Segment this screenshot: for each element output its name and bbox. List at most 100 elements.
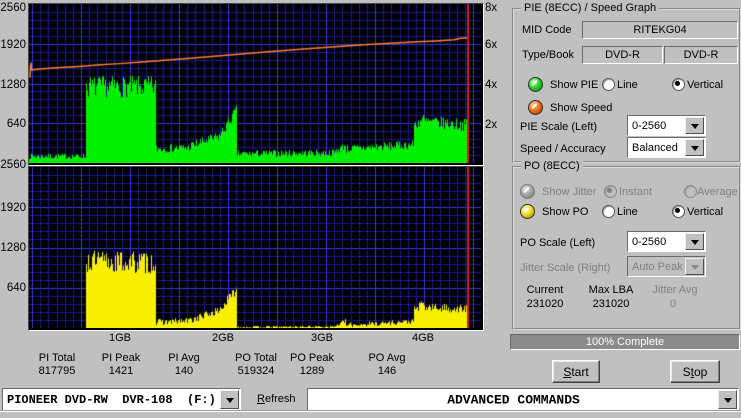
stat-value: 146 <box>377 365 397 377</box>
dropdown-arrow-icon[interactable] <box>685 139 704 156</box>
mid-code-field: RITEKG04 <box>582 21 738 39</box>
dropdown-arrow-icon[interactable] <box>685 233 704 250</box>
show-po-label: Show PO <box>542 206 589 218</box>
stat-label: PO Peak <box>289 352 335 364</box>
stat-label: PI Peak <box>101 352 141 364</box>
disc-type-field: DVD-R <box>582 46 663 64</box>
pie-vertical-label: Vertical <box>687 79 724 91</box>
pie-graph-canvas <box>29 4 481 163</box>
speed-accuracy-value: Balanced <box>632 141 678 154</box>
show-speed-led-button[interactable] <box>528 100 543 115</box>
show-pie-label: Show PIE <box>550 79 599 91</box>
speed-accuracy-label: Speed / Accuracy <box>520 143 606 155</box>
stat-value: 1289 <box>299 365 325 377</box>
speed-axis-tick: 2x <box>485 119 498 131</box>
stat-pi-peak: PI Peak 1421 <box>102 352 141 378</box>
stat-label: PO Avg <box>368 352 406 364</box>
jitter-scale-dropdown: Auto Peak <box>627 256 706 277</box>
po-scale-label: PO Scale (Left) <box>520 237 596 249</box>
dropdown-arrow-icon[interactable] <box>220 390 239 409</box>
scan-progress-bar: 100% Complete <box>510 334 740 350</box>
dropdown-arrow-icon[interactable] <box>718 390 737 409</box>
mid-code-label: MID Code <box>522 24 572 36</box>
pie-scale-dropdown[interactable]: 0-2560 <box>627 115 706 136</box>
po-vertical-label: Vertical <box>687 206 724 218</box>
jitter-scale-label: Jitter Scale (Right) <box>520 262 611 274</box>
stat-value: 519324 <box>237 365 275 377</box>
advanced-commands-value: ADVANCED COMMANDS <box>447 392 580 407</box>
po-line-label: Line <box>617 206 638 218</box>
jitter-instant-radio <box>604 185 617 198</box>
jitter-scale-value: Auto Peak <box>632 260 683 273</box>
po-scale-dropdown[interactable]: 0-2560 <box>627 231 706 252</box>
po-y-tick: 1280 <box>0 242 26 254</box>
stat-value: 140 <box>174 365 194 377</box>
po-graph <box>28 166 484 331</box>
po-line-radio[interactable] <box>602 205 615 218</box>
speed-axis-tick: 8x <box>485 2 498 14</box>
pie-vertical-radio[interactable] <box>672 78 685 91</box>
stat-pi-avg: PI Avg 140 <box>168 352 200 378</box>
pie-line-radio[interactable] <box>602 78 615 91</box>
book-type-field: DVD-R <box>664 46 738 64</box>
current-value: 231020 <box>526 298 564 310</box>
stat-label: PO Total <box>235 352 277 364</box>
speed-accuracy-dropdown[interactable]: Balanced <box>627 137 706 158</box>
speed-axis-tick: 6x <box>485 39 498 51</box>
x-axis-tick: 2GB <box>211 332 235 344</box>
drive-select-value: PIONEER DVD-RW DVR-108 (F:) <box>7 392 216 407</box>
stat-po-avg: PO Avg 146 <box>368 352 405 378</box>
type-book-label: Type/Book <box>522 49 574 61</box>
refresh-button[interactable]: Refresh <box>257 393 296 405</box>
po-groupbox-title: PO (8ECC) <box>521 160 583 172</box>
pie-scale-label: PIE Scale (Left) <box>520 121 598 133</box>
x-axis-tick: 3GB <box>310 332 334 344</box>
po-y-tick: 1920 <box>0 202 26 214</box>
po-y-tick: 640 <box>6 282 26 294</box>
start-button[interactable]: Start <box>552 360 600 383</box>
stat-po-total: PO Total 519324 <box>235 352 277 378</box>
stat-value: 1421 <box>108 365 134 377</box>
show-pie-led-button[interactable] <box>528 77 543 92</box>
po-y-tick: 2560 <box>0 159 26 171</box>
drive-select-dropdown[interactable]: PIONEER DVD-RW DVR-108 (F:) <box>2 388 241 411</box>
dropdown-arrow-icon[interactable] <box>685 117 704 134</box>
pie-y-tick: 1280 <box>0 79 26 91</box>
jitter-avg-value: 0 <box>669 298 677 310</box>
bottom-divider-highlight <box>0 411 741 412</box>
pie-speed-graph <box>28 3 484 166</box>
current-label: Current <box>526 284 564 296</box>
stat-pi-total: PI Total 817795 <box>39 352 76 378</box>
show-jitter-led-button <box>520 184 535 199</box>
pie-line-label: Line <box>617 79 638 91</box>
pie-groupbox-title: PIE (8ECC) / Speed Graph <box>521 2 660 14</box>
x-axis-tick: 4GB <box>411 332 435 344</box>
advanced-commands-dropdown[interactable]: ADVANCED COMMANDS <box>307 388 739 411</box>
pie-y-tick: 2560 <box>0 2 26 14</box>
stop-button[interactable]: St op <box>670 360 720 383</box>
stat-value: 817795 <box>38 365 76 377</box>
jitter-average-radio <box>684 185 697 198</box>
stat-label: PI Avg <box>168 352 200 364</box>
max-lba-label: Max LBA <box>588 284 634 296</box>
jitter-avg-label: Jitter Avg <box>652 284 698 296</box>
speed-axis-tick: 4x <box>485 79 498 91</box>
x-axis-tick: 1GB <box>108 332 132 344</box>
show-po-led-button[interactable] <box>520 204 535 219</box>
jitter-average-label: Average <box>697 186 738 198</box>
dropdown-arrow-icon <box>685 258 704 275</box>
show-speed-label: Show Speed <box>550 102 613 114</box>
jitter-instant-label: Instant <box>619 186 653 198</box>
app-window: 2560 1920 1280 640 2560 1920 1280 640 8x… <box>0 0 741 418</box>
po-vertical-radio[interactable] <box>672 205 685 218</box>
progress-text: 100% Complete <box>585 336 665 348</box>
max-lba-value: 231020 <box>592 298 630 310</box>
show-jitter-label: Show Jitter <box>542 186 597 198</box>
pie-y-tick: 640 <box>6 118 26 130</box>
stat-label: PI Total <box>38 352 76 364</box>
pie-y-tick: 1920 <box>0 39 26 51</box>
stat-po-peak: PO Peak 1289 <box>290 352 334 378</box>
pie-scale-value: 0-2560 <box>632 119 667 132</box>
po-graph-canvas <box>29 167 481 328</box>
po-scale-value: 0-2560 <box>632 235 667 248</box>
